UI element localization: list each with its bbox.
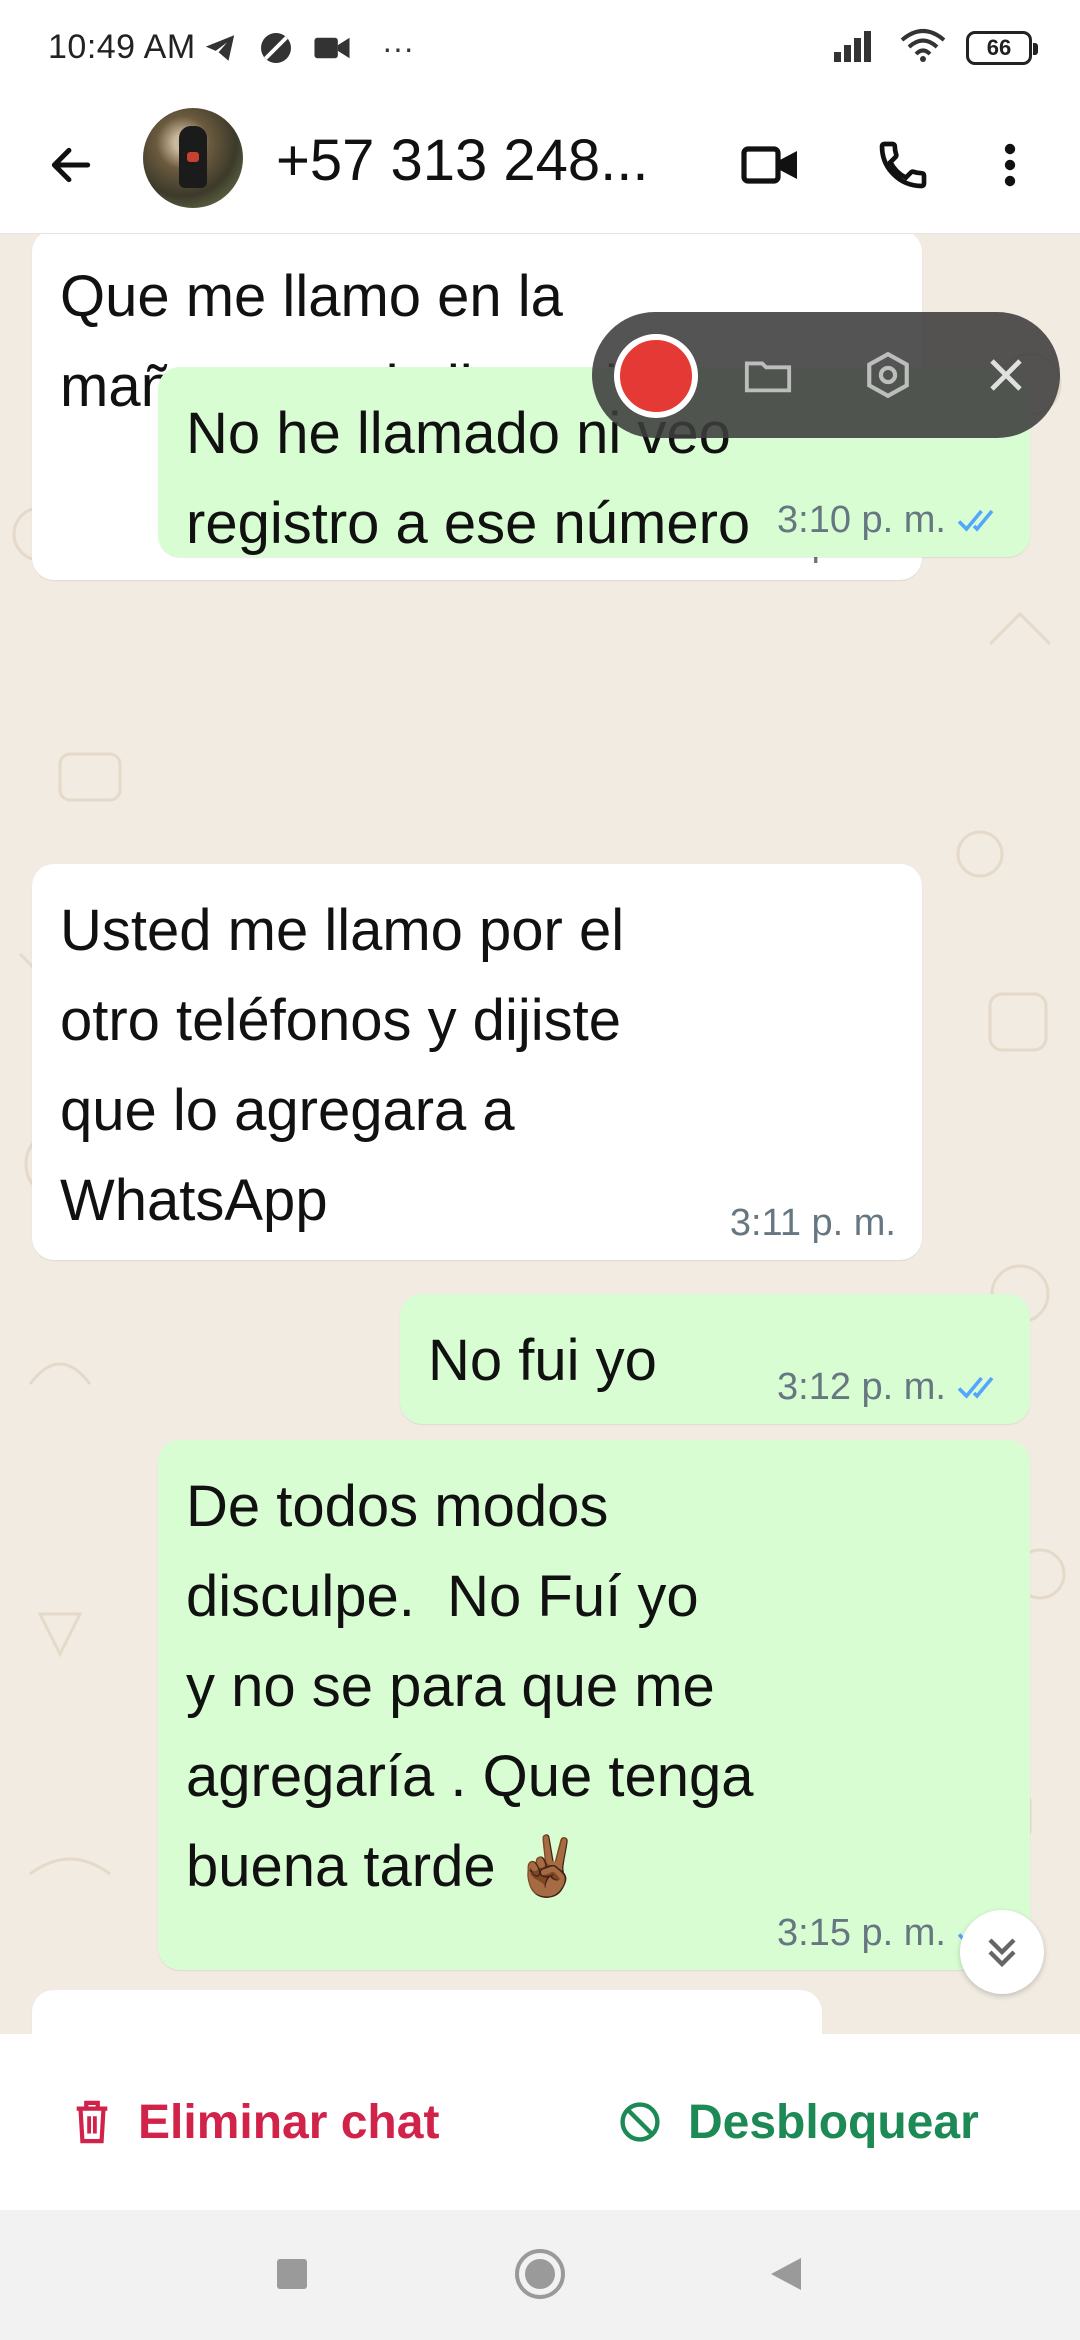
unblock-label: Desbloquear — [688, 2095, 979, 2149]
video-camera-icon — [312, 28, 352, 68]
settings-hex-icon[interactable] — [858, 345, 918, 405]
back-arrow-icon[interactable] — [36, 130, 106, 200]
status-bar: 10:49 AM ··· 66 — [0, 0, 1080, 98]
back-triangle-icon[interactable] — [756, 2244, 816, 2304]
message-time: 3:10 p. m. — [777, 499, 946, 541]
video-call-icon[interactable] — [734, 128, 808, 202]
delete-chat-label: Eliminar chat — [138, 2095, 440, 2149]
voice-call-icon[interactable] — [866, 128, 940, 202]
message-meta: 3:12 p. m. — [777, 1362, 1004, 1412]
contact-name[interactable]: +57 313 248... — [276, 126, 696, 196]
read-ticks-icon — [957, 1376, 994, 1399]
read-ticks-icon — [957, 509, 994, 532]
message-meta: 3:10 p. m. — [777, 495, 1004, 545]
circle-slash-icon — [256, 28, 296, 68]
delete-chat-button[interactable]: Eliminar chat — [72, 2084, 439, 2160]
status-left-icons: ··· — [200, 28, 428, 68]
message-incoming-partial[interactable] — [32, 1990, 822, 2034]
unblock-button[interactable]: Desbloquear — [618, 2084, 979, 2160]
home-circle-icon[interactable] — [510, 2244, 570, 2304]
system-nav-bar — [0, 2210, 1080, 2340]
message-text: Usted me llamo por el otro teléfonos y d… — [60, 898, 625, 1233]
message-outgoing[interactable]: De todos modos disculpe. No Fuí yo y no … — [158, 1440, 1030, 1970]
signal-icon — [834, 28, 880, 67]
record-icon[interactable] — [614, 334, 698, 418]
wifi-icon — [900, 28, 946, 67]
message-meta: 3:11 p. m. — [730, 1198, 896, 1248]
scroll-to-bottom-button[interactable] — [960, 1910, 1044, 1994]
double-chevron-down-icon — [988, 1938, 1016, 1968]
message-time: 3:11 p. m. — [729, 1202, 896, 1244]
message-outgoing[interactable]: No fui yo 3:12 p. m. — [400, 1294, 1030, 1424]
more-status-icon: ··· — [382, 29, 414, 66]
status-time: 10:49 AM — [48, 28, 196, 66]
folder-icon[interactable] — [738, 345, 798, 405]
battery-icon: 66 — [966, 30, 1038, 65]
message-text: De todos modos disculpe. No Fuí yo y no … — [186, 1474, 754, 1899]
avatar[interactable] — [143, 108, 243, 208]
telegram-icon — [200, 28, 240, 68]
message-incoming[interactable]: Usted me llamo por el otro teléfonos y d… — [32, 864, 922, 1260]
chat-header: +57 313 248... — [0, 98, 1080, 234]
close-icon[interactable] — [976, 345, 1036, 405]
status-right-icons: 66 — [834, 28, 1038, 67]
message-time: 3:15 p. m. — [777, 1912, 946, 1954]
chat-area[interactable]: Que me llamo en la mañana por la llamada… — [0, 234, 1080, 2034]
screen-recorder-overlay[interactable] — [592, 312, 1060, 438]
recents-square-icon[interactable] — [262, 2244, 322, 2304]
message-time: 3:12 p. m. — [777, 1366, 946, 1408]
block-icon — [620, 2102, 660, 2142]
blocked-contact-actions: Eliminar chat Desbloquear — [0, 2034, 1080, 2210]
trash-icon — [76, 2100, 108, 2144]
more-vert-icon[interactable] — [980, 128, 1040, 202]
